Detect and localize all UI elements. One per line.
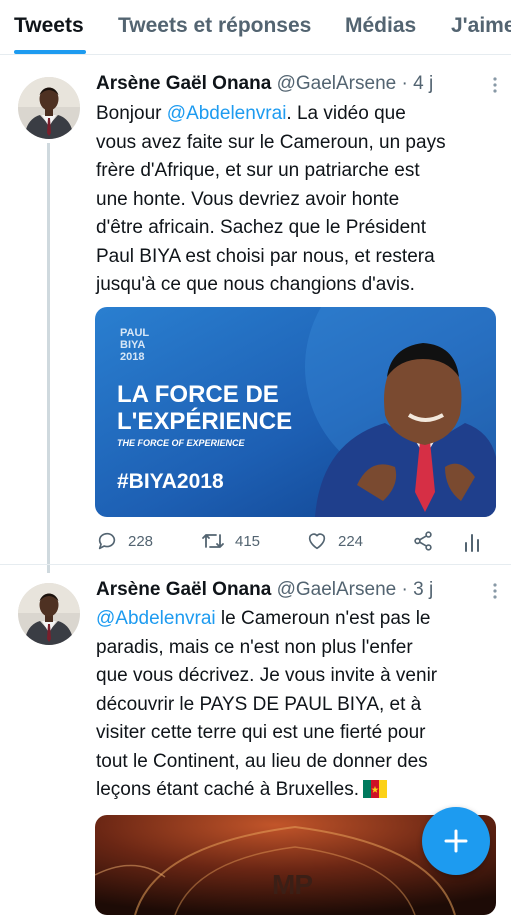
share-icon xyxy=(414,531,432,551)
tweet[interactable]: Arsène Gaël Onana @GaelArsene · 4 j Bonj… xyxy=(0,55,511,573)
separator-dot: · xyxy=(401,73,408,94)
tab-likes[interactable]: J'aime xyxy=(451,14,511,38)
tweet-header: Arsène Gaël Onana @GaelArsene · 3 j xyxy=(96,579,433,601)
reply-icon xyxy=(98,532,116,550)
author-handle[interactable]: @GaelArsene xyxy=(277,579,397,600)
avatar[interactable] xyxy=(18,583,80,645)
author-name[interactable]: Arsène Gaël Onana xyxy=(96,579,271,600)
author-name[interactable]: Arsène Gaël Onana xyxy=(96,73,271,94)
tweet-image[interactable]: PAUL BIYA 2018 LA FORCE DE L'EXPÉRIENCE … xyxy=(95,307,496,517)
cameroon-flag-icon xyxy=(363,780,387,798)
like-button[interactable]: 224 xyxy=(306,530,363,552)
mention-link[interactable]: @Abdelenvrai xyxy=(167,103,287,124)
tab-tweets-and-replies[interactable]: Tweets et réponses xyxy=(118,14,311,38)
mention-link[interactable]: @Abdelenvrai xyxy=(96,608,216,629)
tab-tweets[interactable]: Tweets xyxy=(14,14,84,38)
retweet-count: 415 xyxy=(235,532,261,550)
compose-tweet-button[interactable] xyxy=(422,807,490,875)
like-count: 224 xyxy=(338,532,364,550)
analytics-icon xyxy=(465,534,479,552)
more-options-icon[interactable] xyxy=(493,583,497,604)
analytics-button[interactable] xyxy=(462,530,482,552)
reply-button[interactable]: 228 xyxy=(96,530,153,552)
image-watermark: MP xyxy=(272,869,313,900)
tab-media[interactable]: Médias xyxy=(345,14,416,38)
plus-icon xyxy=(444,829,468,853)
share-button[interactable] xyxy=(412,530,434,552)
campaign-logo: PAUL BIYA 2018 xyxy=(120,327,150,363)
separator-dot: · xyxy=(401,579,408,600)
heart-icon xyxy=(308,533,326,550)
tweet-text: @Abdelenvrai le Cameroun n'est pas le pa… xyxy=(96,608,438,800)
more-options-icon[interactable] xyxy=(493,77,497,98)
tweet-header: Arsène Gaël Onana @GaelArsene · 4 j xyxy=(96,73,433,95)
avatar[interactable] xyxy=(18,77,80,139)
tweet-actions: 228 415 224 xyxy=(96,530,496,558)
retweet-icon xyxy=(202,534,224,548)
active-tab-indicator xyxy=(14,50,86,54)
tweet-text: Bonjour @Abdelenvrai. La vidéo que vous … xyxy=(96,103,446,295)
image-hashtag: #BIYA2018 xyxy=(117,470,224,493)
author-handle[interactable]: @GaelArsene xyxy=(277,73,397,94)
reply-count: 228 xyxy=(128,532,154,550)
tweet-time[interactable]: 4 j xyxy=(413,73,433,94)
tweet-time[interactable]: 3 j xyxy=(413,579,433,600)
thread-line xyxy=(47,143,50,573)
retweet-button[interactable]: 415 xyxy=(201,530,260,552)
image-headline: LA FORCE DE L'EXPÉRIENCE xyxy=(117,381,293,435)
image-subline: THE FORCE OF EXPERIENCE xyxy=(117,438,245,448)
profile-tabs: Tweets Tweets et réponses Médias J'aime xyxy=(0,0,511,55)
